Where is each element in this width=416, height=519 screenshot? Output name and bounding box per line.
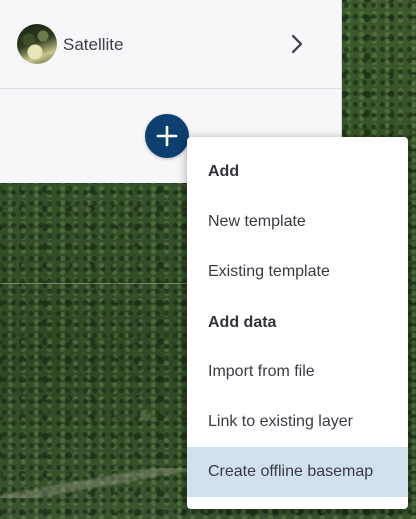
menu-item-import-from-file[interactable]: Import from file bbox=[187, 347, 408, 397]
plus-icon bbox=[156, 125, 178, 147]
menu-item-create-offline-basemap[interactable]: Create offline basemap bbox=[187, 447, 408, 497]
menu-item-link-to-existing-layer[interactable]: Link to existing layer bbox=[187, 397, 408, 447]
menu-heading-add: Add bbox=[208, 163, 240, 180]
map-boundary-line bbox=[0, 283, 190, 284]
satellite-thumbnail-icon bbox=[17, 24, 57, 64]
basemap-label: Satellite bbox=[63, 35, 124, 54]
menu-heading-add-data: Add data bbox=[208, 314, 277, 331]
basemap-row-satellite[interactable]: Satellite bbox=[0, 0, 341, 89]
add-button[interactable] bbox=[145, 114, 189, 158]
map-road bbox=[0, 468, 190, 498]
add-menu: Add New template Existing template Add d… bbox=[187, 137, 408, 509]
menu-item-new-template[interactable]: New template bbox=[187, 197, 408, 247]
chevron-right-icon bbox=[291, 34, 303, 54]
menu-item-existing-template[interactable]: Existing template bbox=[187, 247, 408, 297]
